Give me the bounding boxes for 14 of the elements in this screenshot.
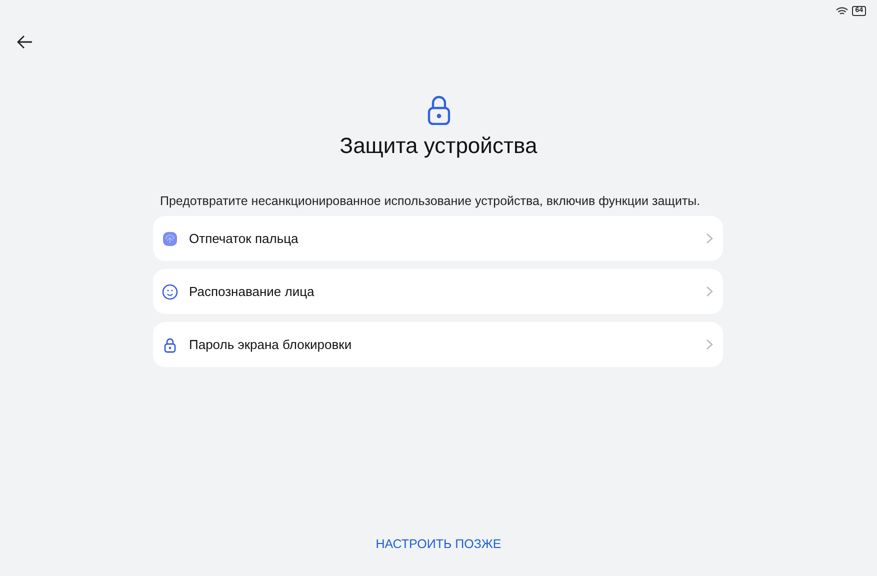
security-option[interactable]: Отпечаток пальца <box>153 216 723 261</box>
lock-icon <box>426 95 450 125</box>
wifi-icon <box>836 6 848 16</box>
fingerprint-icon <box>162 230 178 246</box>
description-text: Предотвратите несанкционированное использование устройства, включив функции защиты. <box>160 194 702 208</box>
face-icon <box>162 284 178 300</box>
chevron-icon <box>706 233 713 244</box>
chevron-icon <box>706 286 713 297</box>
security-option[interactable]: Распознавание лица <box>153 269 723 314</box>
security-option[interactable]: Пароль экрана блокировки <box>153 322 723 367</box>
chevron-icon <box>706 339 713 350</box>
page-title: Защита устройства <box>340 133 538 159</box>
setup-later-button[interactable]: НАСТРОИТЬ ПОЗЖЕ <box>372 535 506 553</box>
lock-icon <box>162 336 178 352</box>
